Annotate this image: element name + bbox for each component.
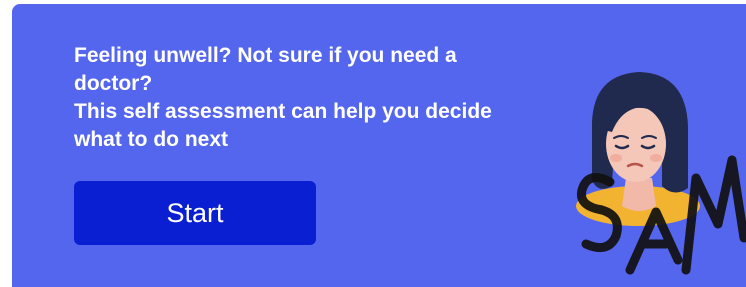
unwell-woman-illustration <box>576 72 700 226</box>
card-text: Feeling unwell? Not sure if you need a d… <box>74 42 514 154</box>
card-subheading: This self assessment can help you decide… <box>74 100 492 151</box>
start-button[interactable]: Start <box>74 181 316 245</box>
self-assessment-card: Feeling unwell? Not sure if you need a d… <box>12 4 746 287</box>
card-heading: Feeling unwell? Not sure if you need a d… <box>74 44 457 95</box>
